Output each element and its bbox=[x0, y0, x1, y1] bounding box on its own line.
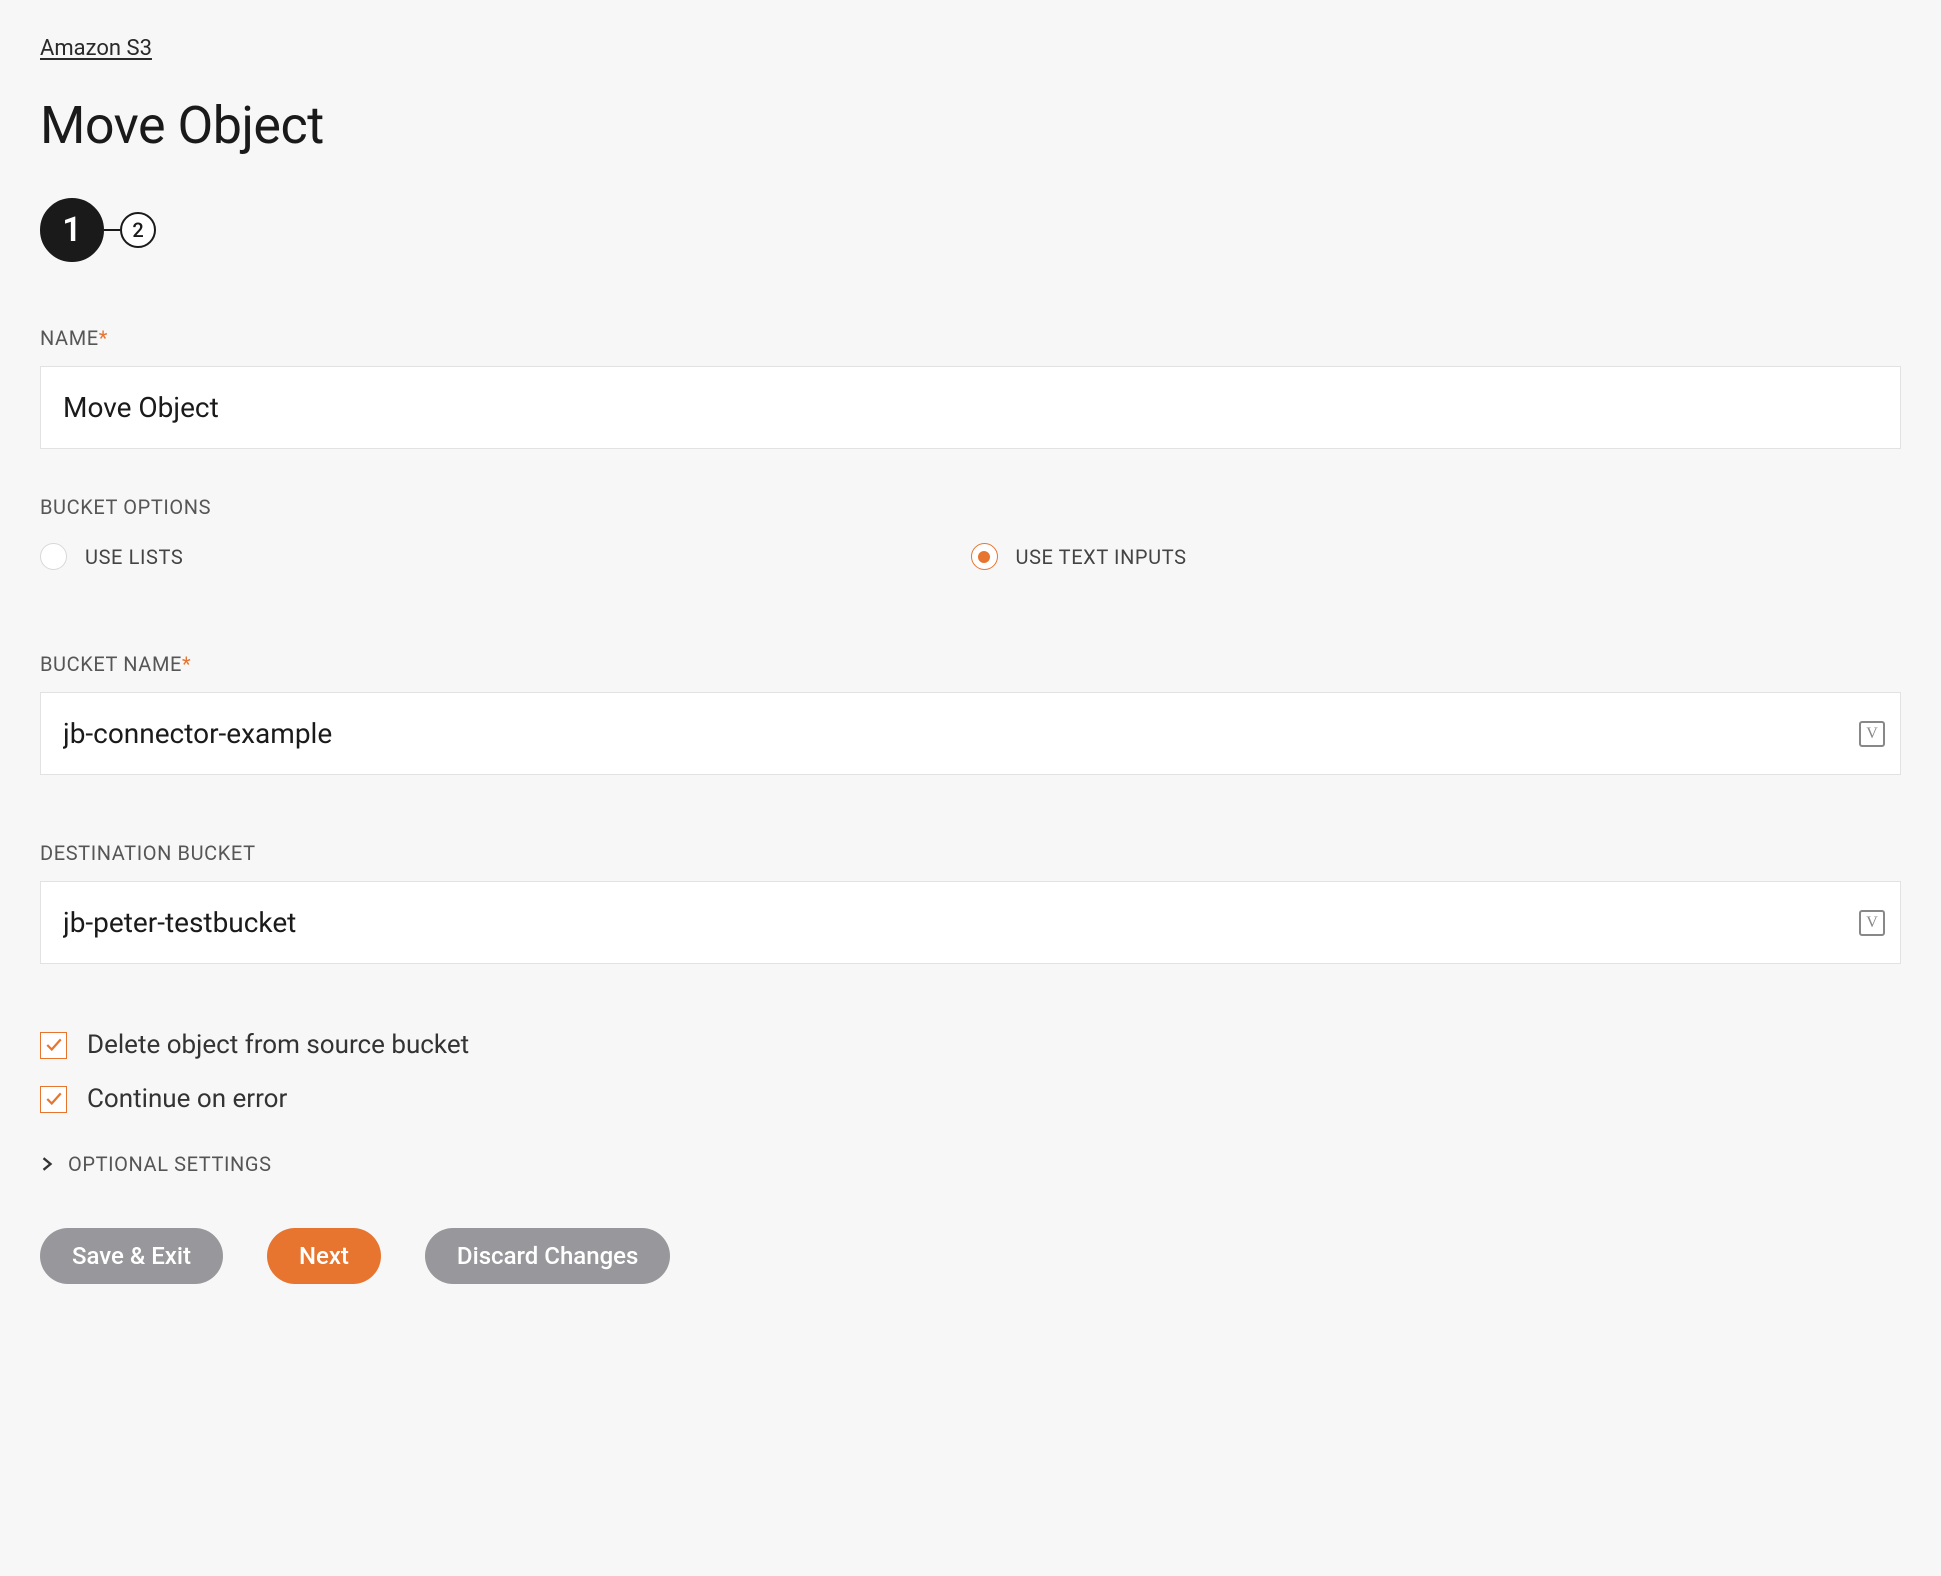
bucket-name-input[interactable] bbox=[40, 692, 1901, 775]
destination-bucket-input[interactable] bbox=[40, 881, 1901, 964]
bucket-name-block: BUCKET NAME* V bbox=[40, 652, 1901, 775]
discard-changes-button[interactable]: Discard Changes bbox=[425, 1228, 670, 1284]
checkbox-delete-label: Delete object from source bucket bbox=[87, 1030, 469, 1060]
optional-settings-toggle[interactable]: OPTIONAL SETTINGS bbox=[40, 1152, 1901, 1176]
action-buttons: Save & Exit Next Discard Changes bbox=[40, 1228, 1901, 1284]
step-connector bbox=[104, 229, 120, 231]
bucket-options-block: BUCKET OPTIONS USE LISTS USE TEXT INPUTS bbox=[40, 495, 1901, 570]
radio-icon bbox=[971, 543, 998, 570]
bucket-options-radios: USE LISTS USE TEXT INPUTS bbox=[40, 543, 1901, 570]
check-icon bbox=[45, 1090, 63, 1108]
name-label: NAME* bbox=[40, 326, 1901, 350]
save-exit-button[interactable]: Save & Exit bbox=[40, 1228, 223, 1284]
checkbox-icon bbox=[40, 1086, 67, 1113]
variable-icon[interactable]: V bbox=[1859, 721, 1885, 747]
stepper: 1 2 bbox=[40, 198, 1901, 262]
required-marker: * bbox=[182, 652, 191, 676]
radio-use-lists-label: USE LISTS bbox=[85, 545, 183, 569]
name-input[interactable] bbox=[40, 366, 1901, 449]
next-button[interactable]: Next bbox=[267, 1228, 381, 1284]
required-marker: * bbox=[99, 326, 108, 350]
variable-icon[interactable]: V bbox=[1859, 910, 1885, 936]
step-1[interactable]: 1 bbox=[40, 198, 104, 262]
radio-use-text-inputs-label: USE TEXT INPUTS bbox=[1016, 545, 1187, 569]
page-title: Move Object bbox=[40, 95, 1901, 156]
destination-bucket-block: DESTINATION BUCKET V bbox=[40, 841, 1901, 964]
name-field-block: NAME* bbox=[40, 326, 1901, 449]
bucket-options-label: BUCKET OPTIONS bbox=[40, 495, 1901, 519]
radio-icon bbox=[40, 543, 67, 570]
checkbox-icon bbox=[40, 1032, 67, 1059]
radio-use-text-inputs[interactable]: USE TEXT INPUTS bbox=[971, 543, 1902, 570]
radio-use-lists[interactable]: USE LISTS bbox=[40, 543, 971, 570]
chevron-right-icon bbox=[40, 1157, 54, 1171]
step-2[interactable]: 2 bbox=[120, 212, 156, 248]
checkbox-continue-label: Continue on error bbox=[87, 1084, 287, 1114]
checkbox-delete-source[interactable]: Delete object from source bucket bbox=[40, 1030, 1901, 1060]
breadcrumb-link[interactable]: Amazon S3 bbox=[40, 36, 152, 61]
optional-settings-label: OPTIONAL SETTINGS bbox=[68, 1152, 272, 1176]
check-icon bbox=[45, 1036, 63, 1054]
checkbox-group: Delete object from source bucket Continu… bbox=[40, 1030, 1901, 1114]
checkbox-continue-on-error[interactable]: Continue on error bbox=[40, 1084, 1901, 1114]
bucket-name-label: BUCKET NAME* bbox=[40, 652, 1901, 676]
destination-bucket-label: DESTINATION BUCKET bbox=[40, 841, 1901, 865]
